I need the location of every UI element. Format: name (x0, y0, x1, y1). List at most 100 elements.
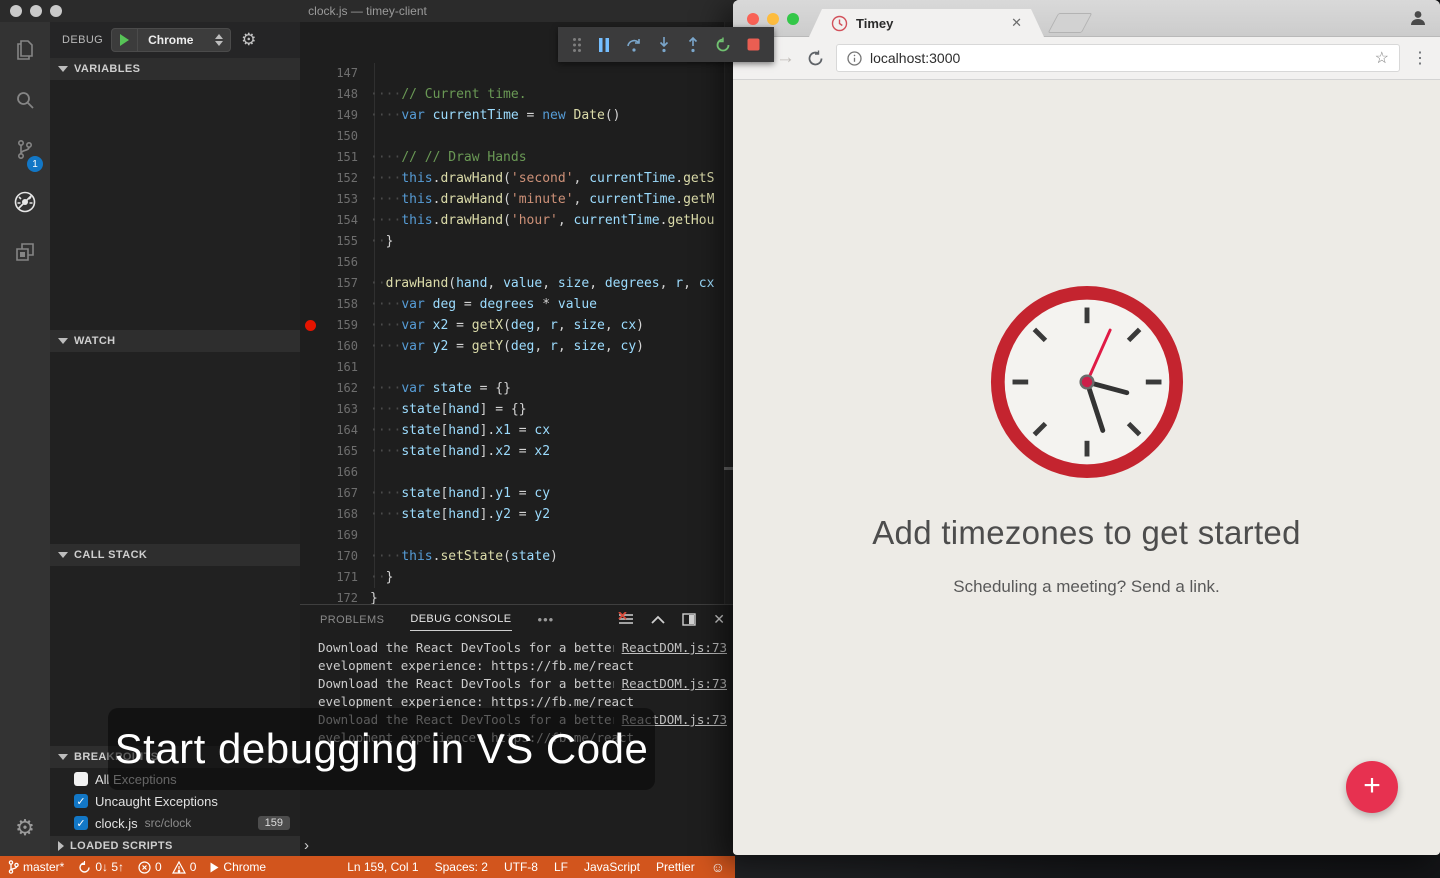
clear-console-icon[interactable] (618, 612, 634, 626)
code-line[interactable]: 155··} (300, 231, 735, 252)
code-line[interactable]: 166 (300, 462, 735, 483)
status-item[interactable]: LF (554, 860, 568, 874)
add-timezone-button[interactable]: + (1346, 761, 1398, 813)
status-item[interactable]: JavaScript (584, 860, 640, 874)
reload-button[interactable] (807, 50, 824, 67)
explorer-icon[interactable] (0, 28, 50, 72)
extensions-icon[interactable] (0, 230, 50, 274)
address-bar[interactable]: localhost:3000 ☆ (836, 44, 1400, 72)
launch-config-select[interactable]: Chrome (111, 28, 231, 52)
breakpoint-checkbox[interactable]: ✓ (74, 816, 88, 830)
source-control-icon[interactable]: 1 (0, 128, 50, 172)
section-variables[interactable]: VARIABLES (50, 58, 300, 80)
debug-target-name: Chrome (223, 860, 266, 874)
section-call-stack[interactable]: CALL STACK (50, 544, 300, 566)
code-line[interactable]: 158····var deg = degrees * value (300, 294, 735, 315)
minimize-window-button[interactable] (30, 5, 42, 17)
status-item[interactable]: Spaces: 2 (435, 860, 488, 874)
drag-grip-icon[interactable] (572, 37, 582, 53)
warning-count: 0 (190, 860, 197, 874)
code-line[interactable]: 163····state[hand] = {} (300, 399, 735, 420)
breakpoint-checkbox[interactable]: ✓ (74, 794, 88, 808)
code-line[interactable]: 172} (300, 588, 735, 604)
code-line[interactable]: 149····var currentTime = new Date() (300, 105, 735, 126)
search-icon[interactable] (0, 78, 50, 122)
code-line[interactable]: 171··} (300, 567, 735, 588)
minimize-window-button[interactable] (767, 13, 779, 25)
vscode-titlebar[interactable]: clock.js — timey-client (0, 0, 735, 22)
code-line[interactable]: 148····// Current time. (300, 84, 735, 105)
step-out-button[interactable] (687, 37, 699, 53)
status-item[interactable]: UTF-8 (504, 860, 538, 874)
debug-target-status[interactable]: Chrome (210, 860, 266, 874)
close-panel-icon[interactable]: ✕ (713, 611, 725, 628)
close-window-button[interactable] (747, 13, 759, 25)
panel-header: PROBLEMS DEBUG CONSOLE ••• (300, 605, 735, 633)
code-line[interactable]: 151····// // Draw Hands (300, 147, 735, 168)
close-window-button[interactable] (10, 5, 22, 17)
code-line[interactable]: 167····state[hand].y1 = cy (300, 483, 735, 504)
breakpoint-row[interactable]: ✓clock.jssrc/clock159 (50, 812, 300, 834)
settings-gear-icon[interactable]: ⚙ (0, 808, 50, 848)
breakpoint-dot[interactable] (305, 320, 316, 331)
bookmark-star-icon[interactable]: ☆ (1375, 48, 1389, 68)
feedback-smiley-icon[interactable]: ☺ (711, 859, 725, 875)
code-line[interactable]: 160····var y2 = getY(deg, r, size, cy) (300, 336, 735, 357)
stop-button[interactable] (747, 38, 760, 51)
chrome-menu-icon[interactable]: ⋮ (1412, 48, 1428, 68)
git-branch-status[interactable]: master* (8, 860, 64, 874)
section-loaded-scripts[interactable]: LOADED SCRIPTS (50, 836, 300, 856)
status-item[interactable]: Prettier (656, 860, 695, 874)
section-watch[interactable]: WATCH (50, 330, 300, 352)
url-text[interactable]: localhost:3000 (870, 50, 1367, 66)
restart-button[interactable] (715, 37, 731, 53)
code-line[interactable]: 164····state[hand].x1 = cx (300, 420, 735, 441)
status-item[interactable]: Ln 159, Col 1 (347, 860, 418, 874)
panel-more-icon[interactable]: ••• (538, 612, 555, 627)
code-line[interactable]: 156 (300, 252, 735, 273)
code-line[interactable]: 165····state[hand].x2 = x2 (300, 441, 735, 462)
new-tab-button[interactable] (1048, 13, 1093, 33)
breakpoint-checkbox[interactable] (74, 772, 88, 786)
close-tab-icon[interactable]: ✕ (1011, 15, 1022, 31)
code-line[interactable]: 168····state[hand].y2 = y2 (300, 504, 735, 525)
console-source-link[interactable]: ReactDOM.js:73 (622, 675, 727, 693)
tab-debug-console[interactable]: DEBUG CONSOLE (410, 607, 511, 631)
code-line[interactable]: 161 (300, 357, 735, 378)
debug-icon[interactable] (0, 180, 50, 224)
code-line[interactable]: 150 (300, 126, 735, 147)
zoom-window-button[interactable] (50, 5, 62, 17)
panel-layout-icon[interactable] (682, 613, 696, 626)
step-over-button[interactable] (626, 37, 642, 53)
code-line[interactable]: 154····this.drawHand('hour', currentTime… (300, 210, 735, 231)
code-line[interactable]: 152····this.drawHand('second', currentTi… (300, 168, 735, 189)
start-debug-icon[interactable] (112, 29, 138, 51)
breakpoint-row[interactable]: ✓Uncaught Exceptions (50, 790, 300, 812)
code-line[interactable]: 159····var x2 = getX(deg, r, size, cx) (300, 315, 735, 336)
code-line[interactable]: 169 (300, 525, 735, 546)
chevron-right-icon[interactable]: › (304, 837, 309, 854)
forward-button[interactable]: → (776, 47, 795, 69)
chrome-window: Timey ✕ ← → localhost:30 (733, 0, 1440, 855)
problems-status[interactable]: 0 0 (138, 860, 196, 874)
code-lines: 147148····// Current time.149····var cur… (300, 63, 735, 604)
code-line[interactable]: 170····this.setState(state) (300, 546, 735, 567)
sync-status[interactable]: 0↓ 5↑ (78, 860, 124, 874)
code-area[interactable]: 147148····// Current time.149····var cur… (300, 22, 735, 604)
code-line[interactable]: 157··drawHand(hand, value, size, degrees… (300, 273, 735, 294)
tab-problems[interactable]: PROBLEMS (320, 608, 384, 631)
browser-tab[interactable]: Timey ✕ (809, 9, 1044, 37)
console-source-link[interactable]: ReactDOM.js:73 (622, 639, 727, 657)
site-info-icon[interactable] (847, 51, 862, 66)
code-line[interactable]: 162····var state = {} (300, 378, 735, 399)
debug-controls-bar (558, 27, 774, 62)
code-line[interactable]: 147 (300, 63, 735, 84)
profile-icon[interactable] (1408, 8, 1428, 28)
step-into-button[interactable] (658, 37, 670, 53)
code-line[interactable]: 153····this.drawHand('minute', currentTi… (300, 189, 735, 210)
configure-gear-icon[interactable]: ⚙ (241, 30, 256, 50)
watch-body (50, 352, 300, 544)
maximize-panel-icon[interactable] (651, 615, 665, 624)
pause-button[interactable] (598, 38, 610, 52)
zoom-window-button[interactable] (787, 13, 799, 25)
